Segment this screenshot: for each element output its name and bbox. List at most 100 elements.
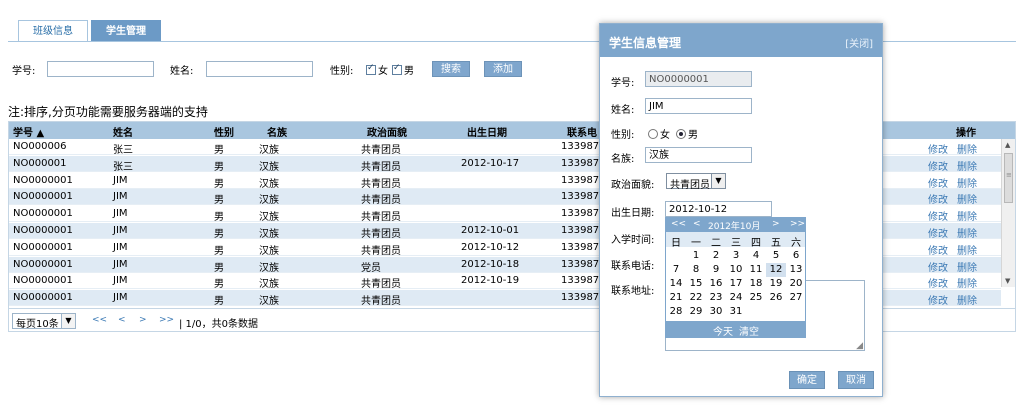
calendar-day[interactable]: 11	[746, 263, 766, 277]
column-header-birth[interactable]: 出生日期	[467, 124, 507, 139]
tab-student-management[interactable]: 学生管理	[91, 20, 161, 42]
calendar-day[interactable]: 20	[786, 277, 806, 291]
prev-year-button[interactable]: <<	[671, 219, 686, 229]
student-id-input[interactable]	[47, 61, 154, 77]
delete-link[interactable]: 删除	[957, 292, 977, 307]
column-header-ethnic[interactable]: 名族	[267, 124, 287, 139]
calendar-day[interactable]: 22	[686, 291, 706, 305]
calendar-day[interactable]: 14	[666, 277, 686, 291]
female-radio[interactable]	[648, 129, 658, 139]
calendar-day[interactable]: 28	[666, 305, 686, 319]
scroll-down-arrow-icon[interactable]: ▼	[1005, 277, 1010, 285]
add-button[interactable]: 添加	[484, 61, 522, 77]
last-page-link[interactable]: >>	[159, 315, 174, 325]
calendar-day[interactable]: 18	[746, 277, 766, 291]
dialog-ok-button[interactable]: 确定	[789, 371, 825, 389]
female-checkbox[interactable]	[366, 63, 376, 75]
edit-link[interactable]: 修改	[928, 242, 948, 257]
next-page-link[interactable]: >	[139, 315, 147, 325]
edit-link[interactable]: 修改	[928, 208, 948, 223]
edit-link[interactable]: 修改	[928, 191, 948, 206]
calendar-day[interactable]: 10	[726, 263, 746, 277]
next-year-button[interactable]: >>	[790, 219, 805, 229]
scroll-up-arrow-icon[interactable]: ▲	[1005, 141, 1010, 149]
name-input[interactable]	[206, 61, 313, 77]
edit-link[interactable]: 修改	[928, 259, 948, 274]
dialog-header[interactable]: 学生信息管理 [关闭]	[600, 24, 882, 57]
chevron-down-icon[interactable]: ▼	[61, 314, 75, 328]
calendar-day[interactable]: 25	[746, 291, 766, 305]
calendar-day[interactable]: 30	[706, 305, 726, 319]
calendar-day[interactable]: 5	[766, 249, 786, 263]
search-button[interactable]: 搜索	[432, 61, 470, 77]
calendar-day[interactable]: 23	[706, 291, 726, 305]
calendar-day[interactable]: 6	[786, 249, 806, 263]
page-size-select[interactable]: 每页10条 ▼	[12, 313, 76, 330]
resize-handle-icon[interactable]: ◢	[856, 341, 863, 351]
tab-class-info[interactable]: 班级信息	[18, 20, 88, 42]
delete-link[interactable]: 删除	[957, 158, 977, 173]
dialog-politics-select[interactable]: 共青团员 ▼	[666, 173, 726, 191]
female-option[interactable]: 女	[366, 62, 388, 77]
dialog-cancel-button[interactable]: 取消	[838, 371, 874, 389]
edit-link[interactable]: 修改	[928, 141, 948, 156]
delete-link[interactable]: 删除	[957, 259, 977, 274]
calendar-day[interactable]: 31	[726, 305, 746, 319]
calendar-day[interactable]: 16	[706, 277, 726, 291]
male-option[interactable]: 男	[392, 62, 414, 77]
calendar-today-button[interactable]: 今天	[713, 323, 733, 338]
grid-vertical-scrollbar[interactable]: ▲ ≡ ▼	[1001, 139, 1015, 287]
edit-link[interactable]: 修改	[928, 275, 948, 290]
edit-link[interactable]: 修改	[928, 292, 948, 307]
delete-link[interactable]: 删除	[957, 225, 977, 240]
column-header-id[interactable]: 学号 ▲	[13, 124, 44, 139]
calendar-day[interactable]: 2	[706, 249, 726, 263]
calendar-day[interactable]: 3	[726, 249, 746, 263]
delete-link[interactable]: 删除	[957, 141, 977, 156]
column-header-phone[interactable]: 联系电	[567, 124, 597, 139]
calendar-day[interactable]: 4	[746, 249, 766, 263]
edit-link[interactable]: 修改	[928, 225, 948, 240]
edit-link[interactable]: 修改	[928, 175, 948, 190]
calendar-day[interactable]: 9	[706, 263, 726, 277]
dialog-female-option[interactable]: 女	[648, 126, 670, 141]
prev-month-button[interactable]: <	[693, 219, 701, 229]
calendar-day[interactable]: 8	[686, 263, 706, 277]
calendar-day[interactable]: 26	[766, 291, 786, 305]
calendar-day[interactable]: 24	[726, 291, 746, 305]
calendar-day[interactable]: 21	[666, 291, 686, 305]
first-page-link[interactable]: <<	[92, 315, 107, 325]
prev-page-link[interactable]: <	[118, 315, 126, 325]
delete-link[interactable]: 删除	[957, 208, 977, 223]
edit-link[interactable]: 修改	[928, 158, 948, 173]
dialog-name-input[interactable]: JIM	[645, 98, 752, 114]
calendar-day[interactable]: 17	[726, 277, 746, 291]
calendar-day[interactable]: 15	[686, 277, 706, 291]
calendar-day[interactable]: 19	[766, 277, 786, 291]
calendar-day-selected[interactable]: 12	[766, 263, 786, 277]
dialog-ethnic-input[interactable]: 汉族	[645, 147, 752, 163]
male-checkbox[interactable]	[392, 63, 402, 75]
scroll-thumb[interactable]: ≡	[1004, 153, 1013, 203]
column-header-name[interactable]: 姓名	[113, 124, 133, 139]
column-header-gender[interactable]: 性别	[214, 124, 234, 139]
dialog-close-link[interactable]: [关闭]	[845, 35, 873, 50]
delete-link[interactable]: 删除	[957, 191, 977, 206]
column-header-politics[interactable]: 政治面貌	[367, 124, 407, 139]
calendar-day[interactable]: 29	[686, 305, 706, 319]
delete-link[interactable]: 删除	[957, 242, 977, 257]
dialog-birth-input[interactable]: 2012-10-12	[665, 201, 772, 217]
delete-link[interactable]: 删除	[957, 175, 977, 190]
male-radio[interactable]	[676, 129, 686, 139]
calendar-day[interactable]: 7	[666, 263, 686, 277]
calendar-day[interactable]: 1	[686, 249, 706, 263]
search-bar: 学号: 姓名: 性别: 女 男 搜索 添加	[12, 61, 612, 77]
delete-link[interactable]: 删除	[957, 275, 977, 290]
calendar-clear-button[interactable]: 清空	[739, 323, 759, 338]
calendar-day[interactable]: 27	[786, 291, 806, 305]
calendar-day[interactable]: 13	[786, 263, 806, 277]
weekday-header: 四	[751, 238, 761, 249]
chevron-down-icon[interactable]: ▼	[711, 174, 725, 188]
next-month-button[interactable]: >	[772, 219, 780, 229]
dialog-male-option[interactable]: 男	[676, 126, 698, 141]
